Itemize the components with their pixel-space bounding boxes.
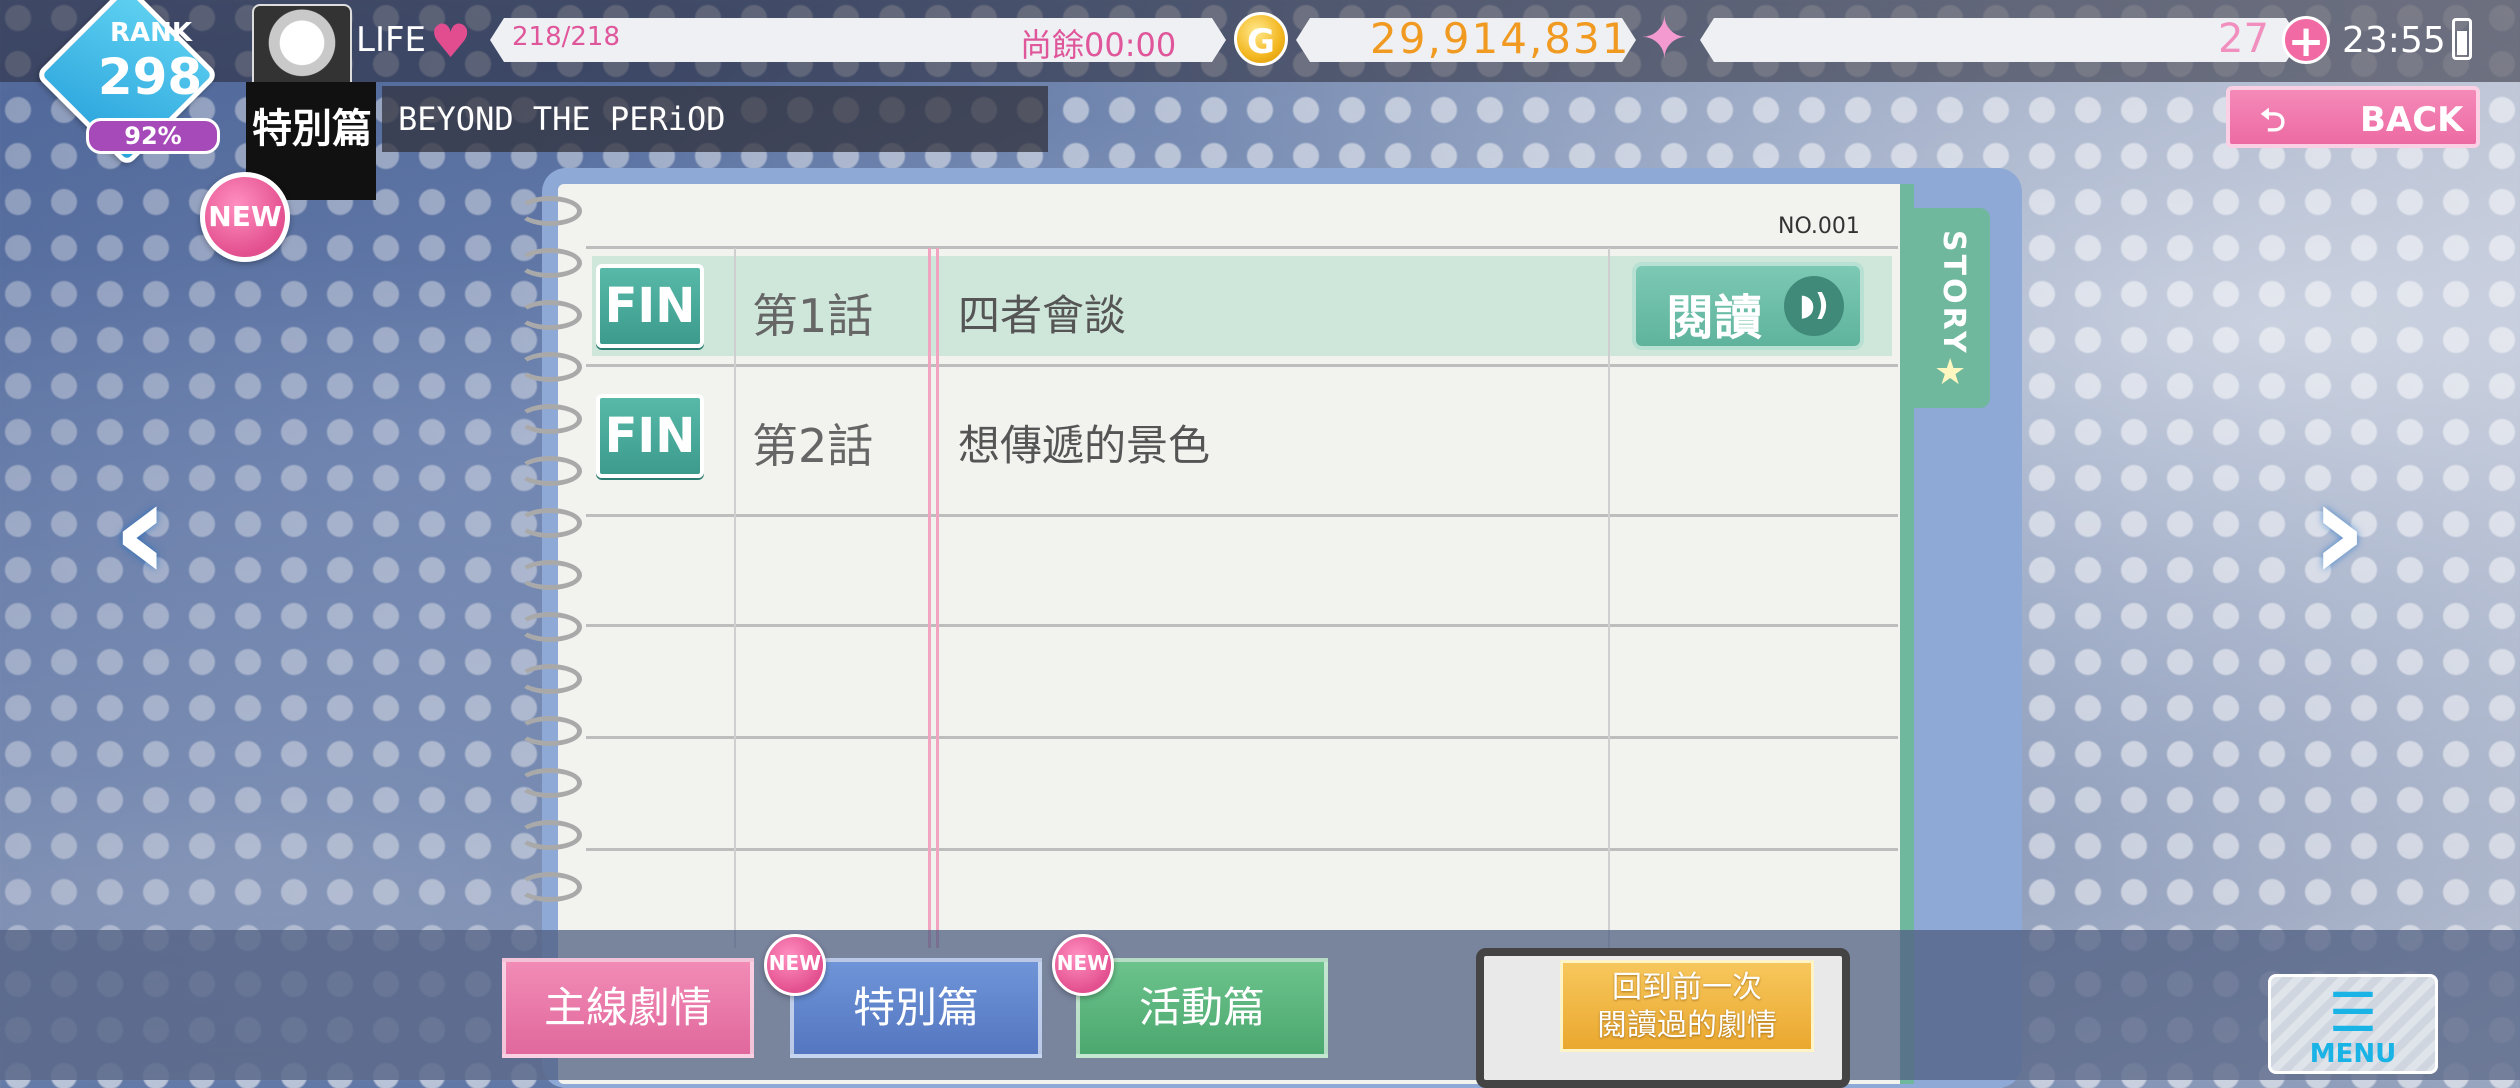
page-number: NO.001 bbox=[1778, 214, 1860, 239]
story-tab-label: STORY bbox=[1936, 230, 1971, 356]
rank-label: RANK bbox=[110, 18, 193, 48]
star-icon: ★ bbox=[1934, 352, 1967, 393]
chevron-right-icon[interactable]: › bbox=[2310, 450, 2368, 613]
return-label-line1: 回到前一次 bbox=[1612, 970, 1762, 1005]
episode-number: 第2話 bbox=[752, 419, 874, 473]
new-badge: NEW bbox=[200, 172, 290, 262]
row-divider bbox=[586, 624, 1898, 627]
tab-special-story[interactable]: 特別篇 bbox=[790, 958, 1042, 1058]
life-value: 218/218 bbox=[512, 22, 621, 52]
back-arrow-icon: ⮌ bbox=[2260, 101, 2286, 139]
tab-event-story[interactable]: 活動篇 bbox=[1076, 958, 1328, 1058]
spiral-ring bbox=[518, 872, 582, 902]
fin-badge: FIN bbox=[596, 264, 704, 348]
row-divider bbox=[586, 514, 1898, 517]
chevron-left-icon[interactable]: ‹ bbox=[112, 450, 170, 613]
row-divider bbox=[586, 848, 1898, 851]
page-title: BEYOND THE PERiOD bbox=[398, 100, 726, 138]
gold-coin-icon: G bbox=[1234, 12, 1288, 66]
page-category: 特別篇 bbox=[252, 106, 372, 152]
row-divider bbox=[586, 364, 1898, 367]
episode-title[interactable]: 想傳遞的景色 bbox=[958, 412, 1210, 473]
story-tab[interactable]: STORY ★ bbox=[1914, 208, 1990, 408]
back-button[interactable]: ⮌ BACK bbox=[2226, 86, 2480, 148]
margin-line bbox=[936, 248, 939, 948]
clock: 23:55 bbox=[2342, 20, 2446, 61]
spiral-ring bbox=[518, 716, 582, 746]
spiral-ring bbox=[518, 664, 582, 694]
spiral-ring bbox=[518, 248, 582, 278]
read-button[interactable]: 閱讀 ◗) bbox=[1632, 262, 1864, 350]
spiral-ring bbox=[518, 300, 582, 330]
column-divider bbox=[734, 248, 736, 948]
life-label: LIFE bbox=[356, 20, 427, 60]
gem-value: 27 bbox=[2218, 16, 2269, 62]
read-button-label: 閱讀 bbox=[1666, 290, 1763, 346]
return-label-line2: 閱讀過的劇情 bbox=[1597, 1008, 1777, 1043]
episode-title[interactable]: 四者會談 bbox=[958, 282, 1126, 343]
spiral-ring bbox=[518, 768, 582, 798]
spiral-ring bbox=[518, 196, 582, 226]
spiral-ring bbox=[518, 508, 582, 538]
rank-progress: 92% bbox=[86, 118, 220, 154]
spiral-ring bbox=[518, 352, 582, 382]
add-gem-button[interactable]: + bbox=[2282, 16, 2330, 65]
episode-number: 第1話 bbox=[752, 289, 874, 343]
heart-icon: ♥ bbox=[430, 14, 472, 68]
spiral-ring bbox=[518, 404, 582, 434]
battery-icon bbox=[2452, 18, 2472, 60]
spiral-ring bbox=[518, 456, 582, 486]
fin-badge: FIN bbox=[596, 394, 704, 478]
gold-value: 29,914,831 bbox=[1370, 14, 1631, 63]
menu-icon: ☰ bbox=[2328, 981, 2378, 1044]
spiral-ring bbox=[518, 612, 582, 642]
row-divider bbox=[586, 246, 1898, 249]
column-divider bbox=[1608, 248, 1610, 948]
new-badge: NEW bbox=[1052, 934, 1114, 996]
menu-button[interactable]: ☰ MENU bbox=[2268, 974, 2438, 1074]
new-badge: NEW bbox=[764, 934, 826, 996]
margin-line bbox=[928, 248, 931, 948]
life-timer: 尚餘00:00 bbox=[1020, 26, 1177, 64]
back-button-label: BACK bbox=[2360, 100, 2464, 140]
return-to-last-read-button[interactable]: 回到前一次 閱讀過的劇情 bbox=[1560, 960, 1814, 1052]
spiral-ring bbox=[518, 820, 582, 850]
audio-icon: ◗) bbox=[1784, 276, 1844, 336]
rank-value: 298 bbox=[97, 48, 203, 106]
tab-main-story[interactable]: 主線劇情 bbox=[502, 958, 754, 1058]
star-gem-icon: ✦ bbox=[1640, 4, 1689, 72]
row-divider bbox=[586, 736, 1898, 739]
menu-label: MENU bbox=[2309, 1039, 2397, 1069]
gem-bar bbox=[1700, 18, 2300, 62]
spiral-ring bbox=[518, 560, 582, 590]
